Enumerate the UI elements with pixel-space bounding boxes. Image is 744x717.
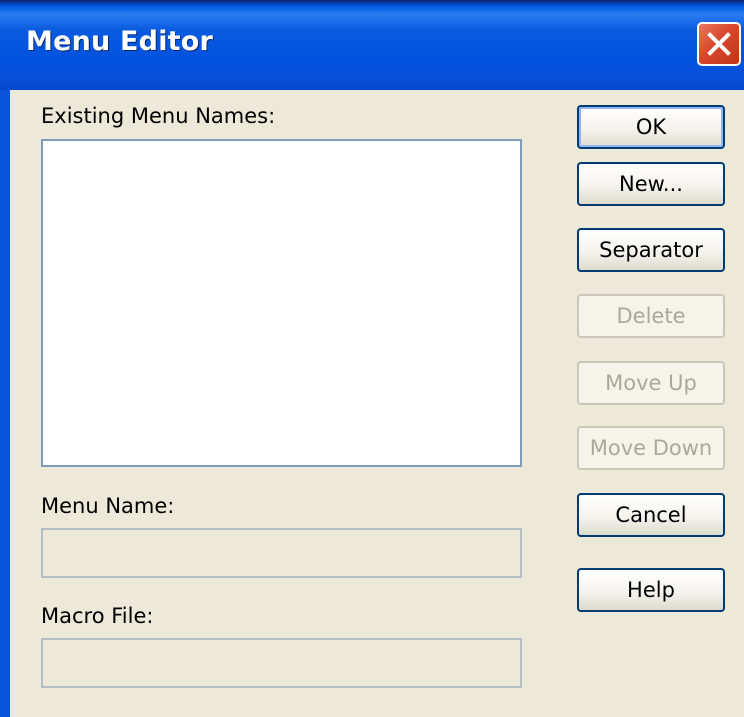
menu-name-label: Menu Name:	[41, 494, 175, 518]
close-icon	[707, 32, 731, 56]
menu-editor-dialog: Menu Editor Existing Menu Names: Menu Na…	[0, 0, 744, 717]
ok-button[interactable]: OK	[577, 105, 725, 149]
help-button[interactable]: Help	[577, 568, 725, 612]
move-down-button[interactable]: Move Down	[577, 426, 725, 470]
macro-file-field[interactable]	[41, 638, 522, 688]
close-button[interactable]	[697, 22, 741, 66]
move-up-button[interactable]: Move Up	[577, 361, 725, 405]
menu-name-field[interactable]	[41, 528, 522, 578]
window-title: Menu Editor	[26, 26, 214, 57]
delete-button[interactable]: Delete	[577, 294, 725, 338]
new-button[interactable]: New...	[577, 162, 725, 206]
existing-menu-names-list[interactable]	[41, 139, 522, 467]
separator-button[interactable]: Separator	[577, 228, 725, 272]
cancel-button[interactable]: Cancel	[577, 493, 725, 537]
window-frame-left	[0, 90, 10, 717]
macro-file-label: Macro File:	[41, 604, 154, 628]
title-bar[interactable]: Menu Editor	[0, 0, 744, 90]
existing-menu-names-label: Existing Menu Names:	[41, 104, 276, 128]
